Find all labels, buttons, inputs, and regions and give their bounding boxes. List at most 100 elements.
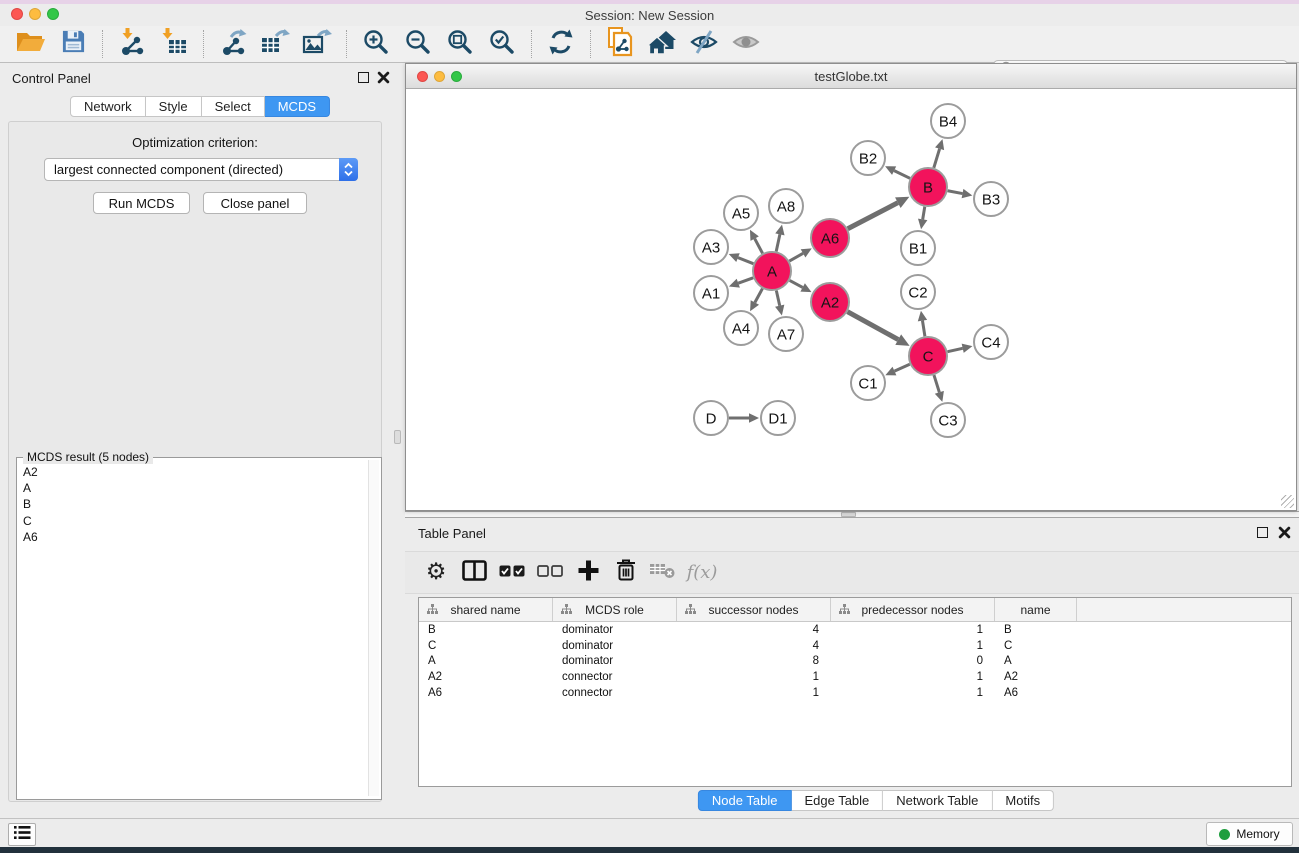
result-item[interactable]: A xyxy=(18,480,370,496)
vertical-splitter-handle[interactable] xyxy=(394,430,401,444)
import-network-icon xyxy=(118,28,146,61)
zoom-selected-button[interactable] xyxy=(485,29,519,59)
graph-node-A6[interactable]: A6 xyxy=(811,219,849,257)
tab-network[interactable]: Network xyxy=(70,96,146,117)
graph-node-A3[interactable]: A3 xyxy=(694,230,728,264)
function-builder-button[interactable]: f(x) xyxy=(685,552,719,593)
zoom-fit-button[interactable] xyxy=(443,29,477,59)
graph-node-A7[interactable]: A7 xyxy=(769,317,803,351)
table-row[interactable]: Cdominator41C xyxy=(419,638,1291,654)
graph-node-D[interactable]: D xyxy=(694,401,728,435)
graph-node-B1[interactable]: B1 xyxy=(901,231,935,265)
tab-mcds[interactable]: MCDS xyxy=(265,96,330,117)
svg-text:A3: A3 xyxy=(702,239,720,256)
table-cell: 1 xyxy=(677,687,831,699)
table-settings-button[interactable]: ⚙ xyxy=(419,552,453,593)
column-view-button[interactable] xyxy=(457,552,491,593)
graph-node-B[interactable]: B xyxy=(909,168,947,206)
tab-node-table[interactable]: Node Table xyxy=(698,790,792,811)
table-float-panel-icon[interactable] xyxy=(1257,527,1268,538)
table-cell: connector xyxy=(553,671,677,683)
graph-node-C[interactable]: C xyxy=(909,337,947,375)
delete-table-button[interactable] xyxy=(645,552,679,593)
tab-select[interactable]: Select xyxy=(202,96,265,117)
table-row[interactable]: A2connector11A2 xyxy=(419,669,1291,685)
column-header-successor-nodes[interactable]: successor nodes xyxy=(677,598,831,621)
import-table-button[interactable] xyxy=(157,29,191,59)
svg-text:B4: B4 xyxy=(939,113,957,130)
graph-node-B2[interactable]: B2 xyxy=(851,141,885,175)
vertical-splitter[interactable] xyxy=(390,63,405,803)
graph-node-B3[interactable]: B3 xyxy=(974,182,1008,216)
graph-node-C3[interactable]: C3 xyxy=(931,403,965,437)
graph-node-D1[interactable]: D1 xyxy=(761,401,795,435)
table-row[interactable]: Adominator80A xyxy=(419,653,1291,669)
import-network-button[interactable] xyxy=(115,29,149,59)
graph-node-B4[interactable]: B4 xyxy=(931,104,965,138)
mcds-result-list: A2ABCA6 xyxy=(18,464,370,797)
network-canvas[interactable]: B4 B2 B B3 A8 A5 A6 A3 B1 A C2 A1 A2 A4 A7 C4 C C1 C3 D D1 xyxy=(406,89,1296,510)
criterion-dropdown[interactable]: largest connected component (directed) xyxy=(44,158,358,181)
columns-icon xyxy=(462,560,487,586)
export-image-button[interactable] xyxy=(300,29,334,59)
table-row[interactable]: A6connector11A6 xyxy=(419,685,1291,701)
result-item[interactable]: C xyxy=(18,513,370,529)
graph-node-A4[interactable]: A4 xyxy=(724,311,758,345)
run-mcds-button[interactable]: Run MCDS xyxy=(93,192,190,214)
show-all-button[interactable] xyxy=(729,29,763,59)
table-close-panel-icon[interactable] xyxy=(1278,526,1291,544)
delete-columns-button[interactable] xyxy=(609,552,643,593)
status-bar: Memory xyxy=(0,818,1299,847)
horizontal-splitter[interactable] xyxy=(405,511,1299,518)
task-history-button[interactable] xyxy=(8,823,36,846)
memory-button[interactable]: Memory xyxy=(1206,822,1293,846)
toolbar-separator xyxy=(203,30,204,58)
graph-node-C4[interactable]: C4 xyxy=(974,325,1008,359)
result-list-scrollbar[interactable] xyxy=(368,460,379,796)
tab-network-table[interactable]: Network Table xyxy=(883,790,992,811)
float-panel-icon[interactable] xyxy=(358,72,369,83)
close-panel-button[interactable]: Close panel xyxy=(203,192,307,214)
graph-node-A[interactable]: A xyxy=(753,252,791,290)
graph-node-A8[interactable]: A8 xyxy=(769,189,803,223)
column-header-shared-name[interactable]: shared name xyxy=(419,598,553,621)
svg-text:A7: A7 xyxy=(777,326,795,343)
table-row[interactable]: Bdominator41B xyxy=(419,622,1291,638)
tab-edge-table[interactable]: Edge Table xyxy=(791,790,883,811)
network-window-titlebar[interactable]: testGlobe.txt xyxy=(406,64,1296,89)
refresh-button[interactable] xyxy=(544,29,578,59)
tab-style[interactable]: Style xyxy=(146,96,202,117)
column-header-name[interactable]: name xyxy=(995,598,1077,621)
save-button[interactable] xyxy=(56,29,90,59)
hide-selected-button[interactable] xyxy=(687,29,721,59)
graph-node-A5[interactable]: A5 xyxy=(724,196,758,230)
graph-node-C1[interactable]: C1 xyxy=(851,366,885,400)
create-column-button[interactable] xyxy=(571,552,605,593)
graph-node-A2[interactable]: A2 xyxy=(811,283,849,321)
export-table-button[interactable] xyxy=(258,29,292,59)
graph-node-A1[interactable]: A1 xyxy=(694,276,728,310)
horizontal-splitter-handle[interactable] xyxy=(841,512,856,517)
zoom-out-icon xyxy=(405,29,431,60)
graph-edge-arrowhead xyxy=(749,413,759,423)
table-header-row: shared nameMCDS rolesuccessor nodesprede… xyxy=(419,598,1291,622)
export-network-button[interactable] xyxy=(216,29,250,59)
close-panel-icon[interactable] xyxy=(377,71,390,89)
deselect-all-button[interactable] xyxy=(533,552,567,593)
select-all-button[interactable] xyxy=(495,552,529,593)
zoom-in-button[interactable] xyxy=(359,29,393,59)
result-item[interactable]: A2 xyxy=(18,464,370,480)
result-item[interactable]: A6 xyxy=(18,529,370,545)
resize-grip-icon[interactable] xyxy=(1281,495,1294,508)
new-network-from-file-button[interactable] xyxy=(603,29,637,59)
open-button[interactable] xyxy=(14,29,48,59)
graph-node-C2[interactable]: C2 xyxy=(901,275,935,309)
column-header-MCDS-role[interactable]: MCDS role xyxy=(553,598,677,621)
column-header-predecessor-nodes[interactable]: predecessor nodes xyxy=(831,598,995,621)
first-neighbors-button[interactable] xyxy=(645,29,679,59)
table-cell: A xyxy=(995,655,1077,667)
table-cell: 0 xyxy=(831,655,995,667)
result-item[interactable]: B xyxy=(18,496,370,512)
zoom-out-button[interactable] xyxy=(401,29,435,59)
tab-motifs[interactable]: Motifs xyxy=(992,790,1054,811)
